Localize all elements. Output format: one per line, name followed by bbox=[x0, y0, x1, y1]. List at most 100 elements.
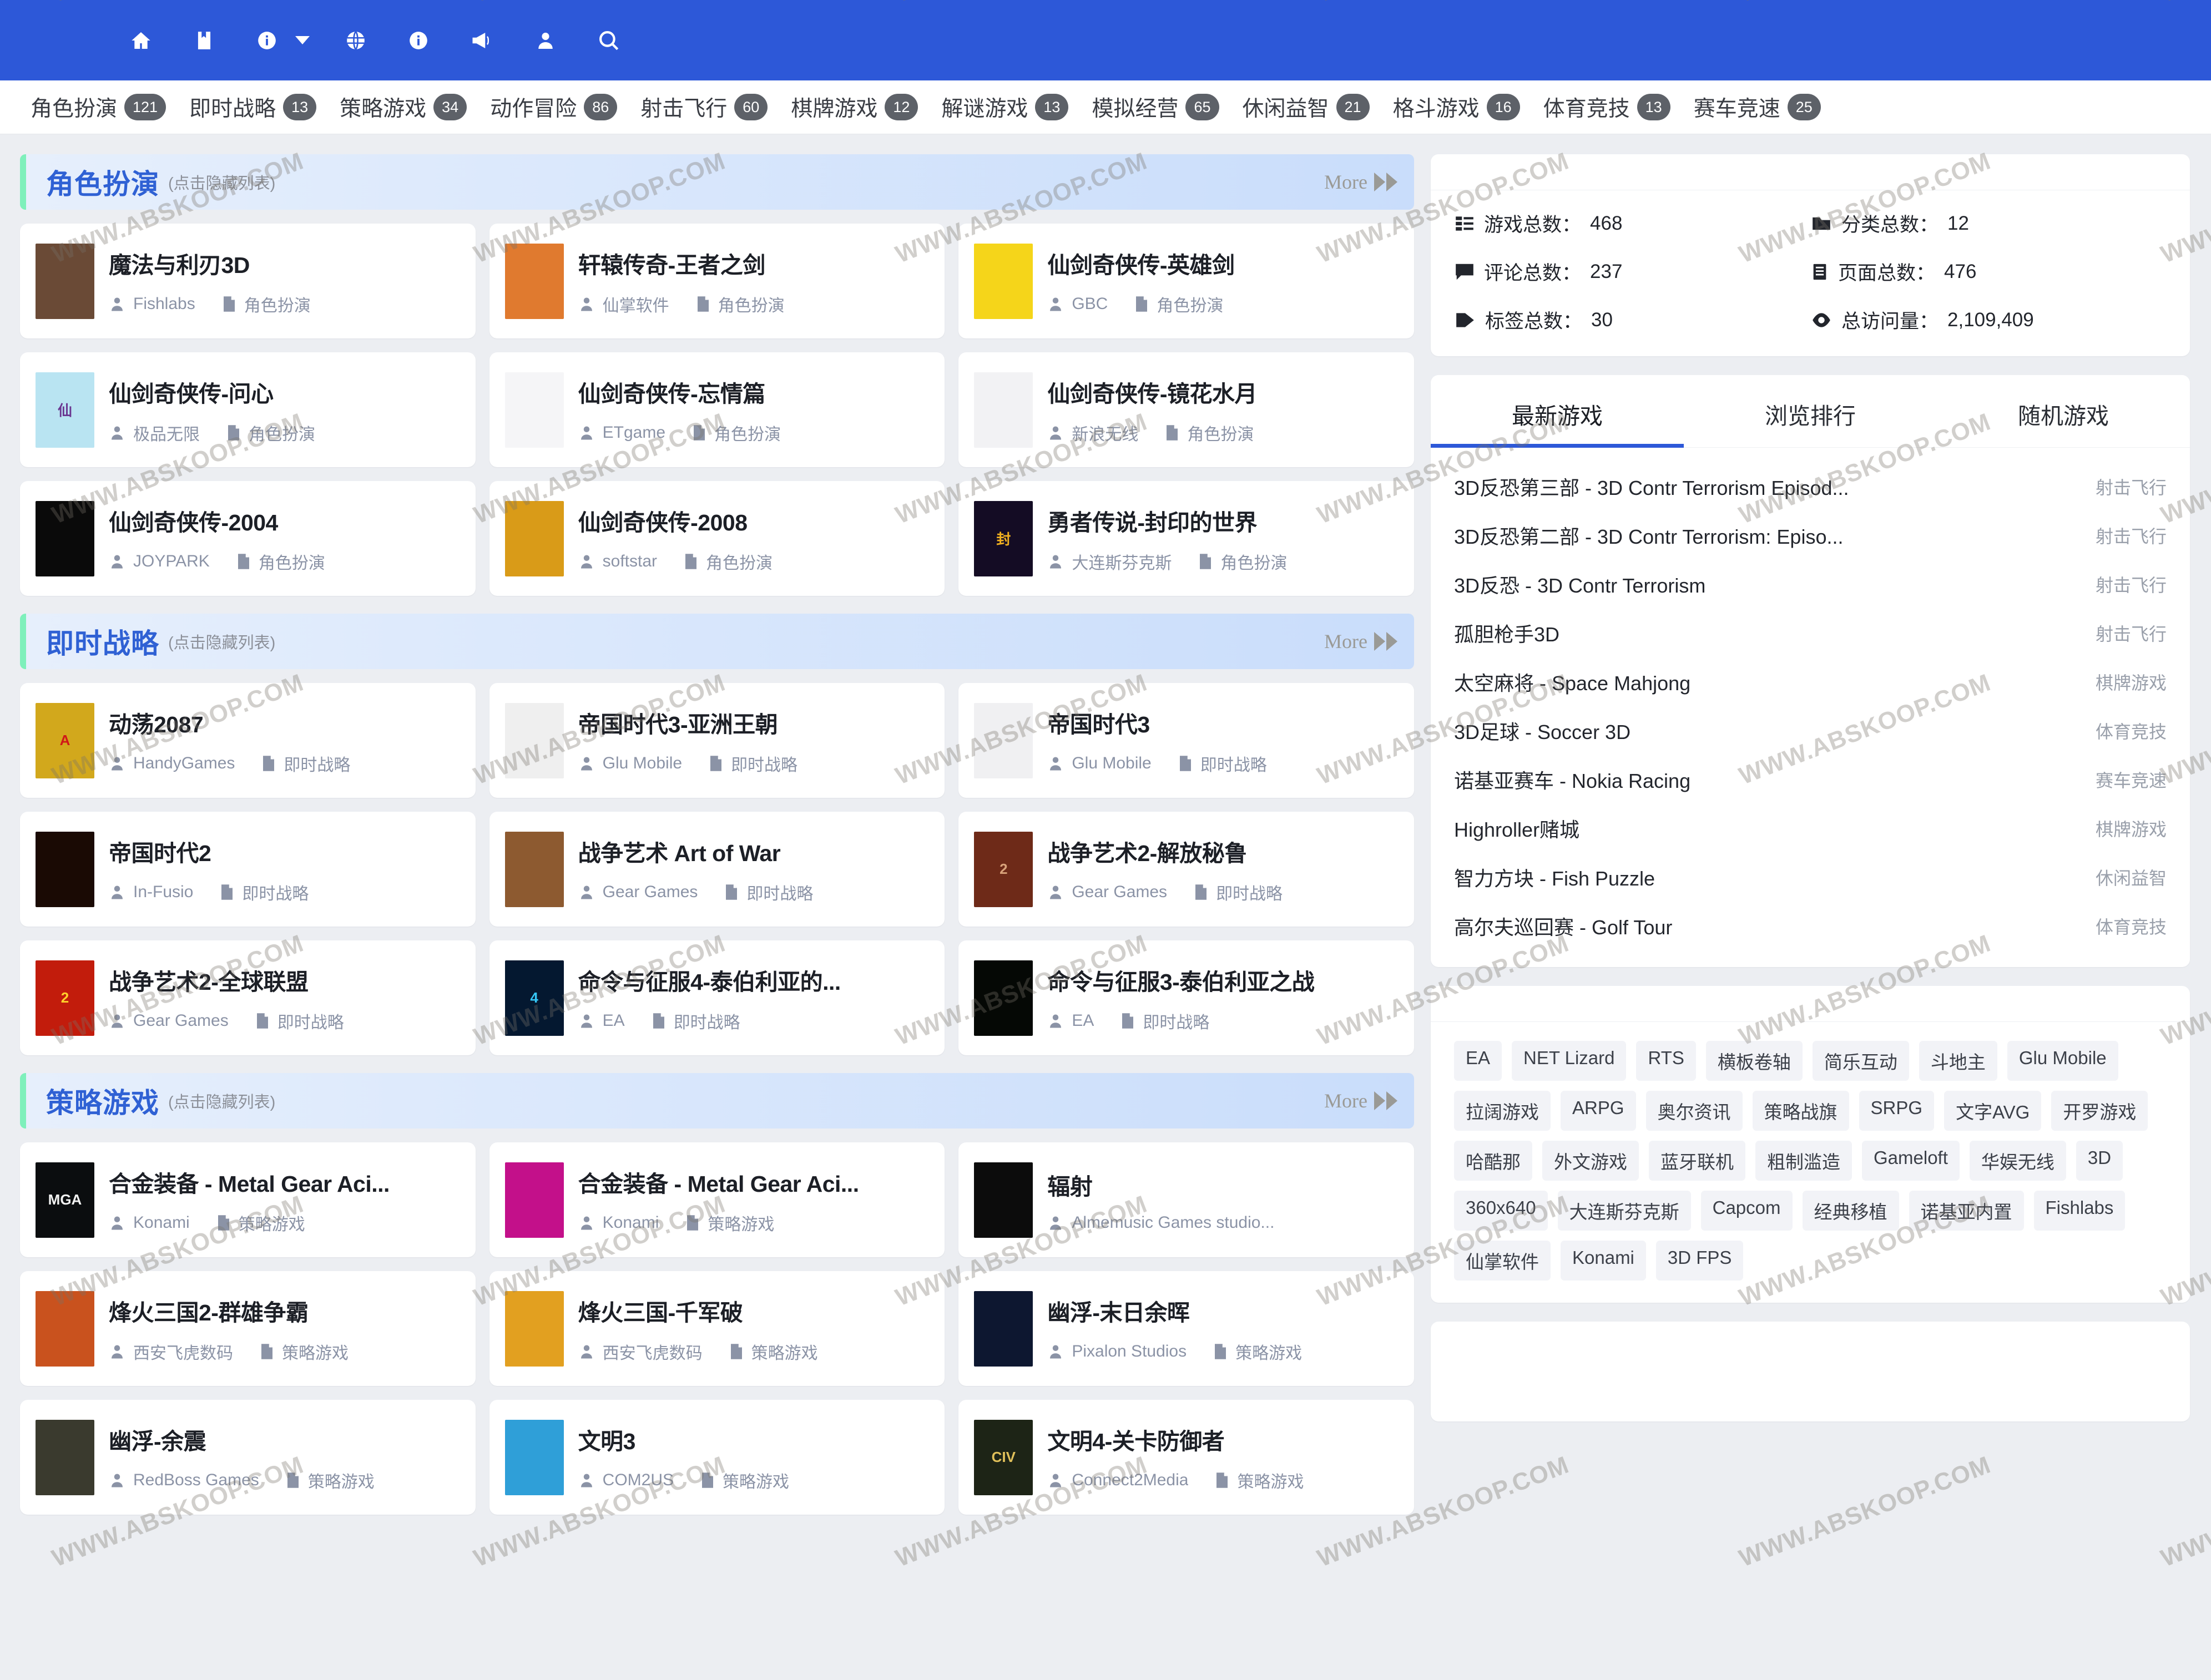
tag-cloud-item[interactable]: 拉阔游戏 bbox=[1454, 1091, 1551, 1131]
game-card[interactable]: 仙剑奇侠传-2004 JOYPARK 角色扮演 bbox=[20, 481, 476, 596]
tag-cloud-item[interactable]: 诺基亚内置 bbox=[1909, 1191, 2024, 1231]
game-card[interactable]: 烽火三国-千军破 西安飞虎数码 策略游戏 bbox=[489, 1271, 945, 1386]
tag-cloud-item[interactable]: 开罗游戏 bbox=[2051, 1091, 2148, 1131]
game-card[interactable]: 帝国时代2 In-Fusio 即时战略 bbox=[20, 812, 476, 927]
game-meta: Gear Games 即时战略 bbox=[1047, 880, 1399, 904]
tag-cloud-item[interactable]: Fishlabs bbox=[2033, 1191, 2126, 1231]
category-item-3[interactable]: 策略游戏 34 bbox=[328, 92, 478, 123]
game-list-item[interactable]: Highroller赌城 棋牌游戏 bbox=[1454, 804, 2167, 853]
section-more-button[interactable]: More bbox=[1324, 170, 1397, 194]
game-card[interactable]: 2 战争艺术2-解放秘鲁 Gear Games 即时战略 bbox=[958, 812, 1414, 927]
tag-cloud-item[interactable]: 3D bbox=[2076, 1141, 2123, 1181]
game-list-item[interactable]: 孤胆枪手3D 射击飞行 bbox=[1454, 609, 2167, 657]
tag-cloud-item[interactable]: 经典移植 bbox=[1802, 1191, 1899, 1231]
tag-cloud-item[interactable]: NET Lizard bbox=[1512, 1041, 1627, 1081]
tag-cloud-item[interactable]: Konami bbox=[1561, 1241, 1646, 1281]
category-item-2[interactable]: 即时战略 13 bbox=[178, 92, 328, 123]
section-more-button[interactable]: More bbox=[1324, 1089, 1397, 1112]
author-icon bbox=[109, 1215, 125, 1231]
tag-cloud-item[interactable]: SRPG bbox=[1859, 1091, 1935, 1131]
category-item-5[interactable]: 射击飞行 60 bbox=[629, 92, 779, 123]
tag-cloud-item[interactable]: 粗制滥造 bbox=[1755, 1141, 1852, 1181]
tag-cloud-item[interactable]: 360x640 bbox=[1454, 1191, 1548, 1231]
category-item-1[interactable]: 角色扮演 121 bbox=[19, 92, 178, 123]
games-tab-1[interactable]: 最新游戏 bbox=[1431, 375, 1684, 448]
category-item-8[interactable]: 模拟经营 65 bbox=[1080, 92, 1230, 123]
games-tab-2[interactable]: 浏览排行 bbox=[1684, 375, 1937, 447]
game-list-item[interactable]: 诺基亚赛车 - Nokia Racing 赛车竞速 bbox=[1454, 755, 2167, 804]
tag-cloud-item[interactable]: 哈酷那 bbox=[1454, 1141, 1532, 1181]
game-card[interactable]: 轩辕传奇-王者之剑 仙掌软件 角色扮演 bbox=[489, 224, 945, 338]
game-card[interactable]: 封 勇者传说-封印的世界 大连斯芬克斯 角色扮演 bbox=[958, 481, 1414, 596]
game-card[interactable]: 幽浮-末日余晖 Pixalon Studios 策略游戏 bbox=[958, 1271, 1414, 1386]
tag-cloud-item[interactable]: 仙掌软件 bbox=[1454, 1241, 1551, 1281]
game-list-item[interactable]: 3D反恐第二部 - 3D Contr Terrorism: Episo... 射击… bbox=[1454, 511, 2167, 560]
game-list-item[interactable]: 高尔夫巡回赛 - Golf Tour 体育竞技 bbox=[1454, 902, 2167, 950]
category-item-6[interactable]: 棋牌游戏 12 bbox=[779, 92, 930, 123]
tag-cloud-item[interactable]: RTS bbox=[1636, 1041, 1696, 1081]
game-card[interactable]: 烽火三国2-群雄争霸 西安飞虎数码 策略游戏 bbox=[20, 1271, 476, 1386]
tag-cloud-item[interactable]: 奥尔资讯 bbox=[1645, 1091, 1743, 1131]
nav-item-tools[interactable] bbox=[239, 30, 327, 51]
game-card[interactable]: 帝国时代3-亚洲王朝 Glu Mobile 即时战略 bbox=[489, 683, 945, 798]
game-card[interactable]: 命令与征服3-泰伯利亚之战 EA 即时战略 bbox=[958, 940, 1414, 1055]
game-list-item[interactable]: 3D反恐第三部 - 3D Contr Terrorism Episod... 射击… bbox=[1454, 462, 2167, 511]
game-card[interactable]: 战争艺术 Art of War Gear Games 即时战略 bbox=[489, 812, 945, 927]
category-item-11[interactable]: 体育竞技 13 bbox=[1532, 92, 1682, 123]
tag-cloud-item[interactable]: 蓝牙联机 bbox=[1649, 1141, 1745, 1181]
game-card[interactable]: 帝国时代3 Glu Mobile 即时战略 bbox=[958, 683, 1414, 798]
tag-cloud-item[interactable]: ARPG bbox=[1561, 1091, 1636, 1131]
game-list-item[interactable]: 智力方块 - Fish Puzzle 休闲益智 bbox=[1454, 853, 2167, 902]
nav-item-friend-links[interactable] bbox=[327, 30, 390, 51]
tag-cloud-item[interactable]: 外文游戏 bbox=[1542, 1141, 1639, 1181]
nav-item-archive[interactable] bbox=[176, 30, 239, 51]
tag-cloud-item[interactable]: 大连斯芬克斯 bbox=[1557, 1191, 1691, 1231]
game-card[interactable]: 辐射 Almemusic Games studio... bbox=[958, 1142, 1414, 1257]
nav-item-about[interactable] bbox=[390, 30, 453, 51]
section-more-button[interactable]: More bbox=[1324, 630, 1397, 653]
tag-cloud-item[interactable]: Gameloft bbox=[1862, 1141, 1960, 1181]
tag-cloud-item[interactable]: 文字AVG bbox=[1944, 1091, 2042, 1131]
game-card[interactable]: 幽浮-余震 RedBoss Games 策略游戏 bbox=[20, 1400, 476, 1515]
category-item-count: 86 bbox=[584, 94, 618, 120]
game-card[interactable]: 仙剑奇侠传-忘情篇 ETgame 角色扮演 bbox=[489, 352, 945, 467]
game-card[interactable]: 仙 仙剑奇侠传-问心 极品无限 角色扮演 bbox=[20, 352, 476, 467]
game-list-item[interactable]: 太空麻将 - Space Mahjong 棋牌游戏 bbox=[1454, 657, 2167, 706]
nav-item-search[interactable] bbox=[579, 29, 638, 52]
game-list-item[interactable]: 3D反恐 - 3D Contr Terrorism 射击飞行 bbox=[1454, 560, 2167, 609]
nav-item-login[interactable] bbox=[518, 30, 579, 51]
category-item-12[interactable]: 赛车竞速 25 bbox=[1682, 92, 1833, 123]
game-card[interactable]: 合金装备 - Metal Gear Aci... Konami 策略游戏 bbox=[489, 1142, 945, 1257]
game-card[interactable]: MGA 合金装备 - Metal Gear Aci... Konami 策略游戏 bbox=[20, 1142, 476, 1257]
game-card[interactable]: 文明3 COM2US 策略游戏 bbox=[489, 1400, 945, 1515]
tag-cloud-item[interactable]: 横板卷轴 bbox=[1705, 1041, 1803, 1081]
game-card[interactable]: CIV 文明4-关卡防御者 Connect2Media 策略游戏 bbox=[958, 1400, 1414, 1515]
game-card[interactable]: 4 命令与征服4-泰伯利亚的... EA 即时战略 bbox=[489, 940, 945, 1055]
game-card[interactable]: 2 战争艺术2-全球联盟 Gear Games 即时战略 bbox=[20, 940, 476, 1055]
tag-cloud-item[interactable]: 斗地主 bbox=[1919, 1041, 1997, 1081]
tag-cloud-item[interactable]: Glu Mobile bbox=[2007, 1041, 2118, 1081]
tag-cloud-item[interactable]: Capcom bbox=[1700, 1191, 1793, 1231]
game-list-item[interactable]: 3D足球 - Soccer 3D 体育竞技 bbox=[1454, 706, 2167, 755]
tag-cloud-item[interactable]: 策略战旗 bbox=[1752, 1091, 1849, 1131]
game-card[interactable]: 仙剑奇侠传-镜花水月 新浪无线 角色扮演 bbox=[958, 352, 1414, 467]
section-header[interactable]: 角色扮演 (点击隐藏列表) More bbox=[20, 154, 1414, 210]
category-item-9[interactable]: 休闲益智 21 bbox=[1231, 92, 1381, 123]
game-card[interactable]: 魔法与利刃3D Fishlabs 角色扮演 bbox=[20, 224, 476, 338]
category-item-10[interactable]: 格斗游戏 16 bbox=[1381, 92, 1532, 123]
game-card[interactable]: A 动荡2087 HandyGames 即时战略 bbox=[20, 683, 476, 798]
tag-cloud-item[interactable]: EA bbox=[1454, 1041, 1502, 1081]
games-tab-3[interactable]: 随机游戏 bbox=[1937, 375, 2190, 447]
tag-cloud-item[interactable]: 华娱无线 bbox=[1969, 1141, 2066, 1181]
nav-item-message[interactable] bbox=[453, 30, 518, 51]
game-card[interactable]: 仙剑奇侠传-英雄剑 GBC 角色扮演 bbox=[958, 224, 1414, 338]
section-header[interactable]: 策略游戏 (点击隐藏列表) More bbox=[20, 1073, 1414, 1129]
game-card[interactable]: 仙剑奇侠传-2008 softstar 角色扮演 bbox=[489, 481, 945, 596]
tag-cloud-item[interactable]: 简乐互动 bbox=[1812, 1041, 1909, 1081]
author-icon bbox=[578, 755, 595, 772]
nav-item-home[interactable] bbox=[112, 29, 176, 52]
category-item-4[interactable]: 动作冒险 86 bbox=[478, 92, 629, 123]
section-header[interactable]: 即时战略 (点击隐藏列表) More bbox=[20, 614, 1414, 669]
category-item-7[interactable]: 解谜游戏 13 bbox=[930, 92, 1080, 123]
tag-cloud-item[interactable]: 3D FPS bbox=[1655, 1241, 1744, 1281]
